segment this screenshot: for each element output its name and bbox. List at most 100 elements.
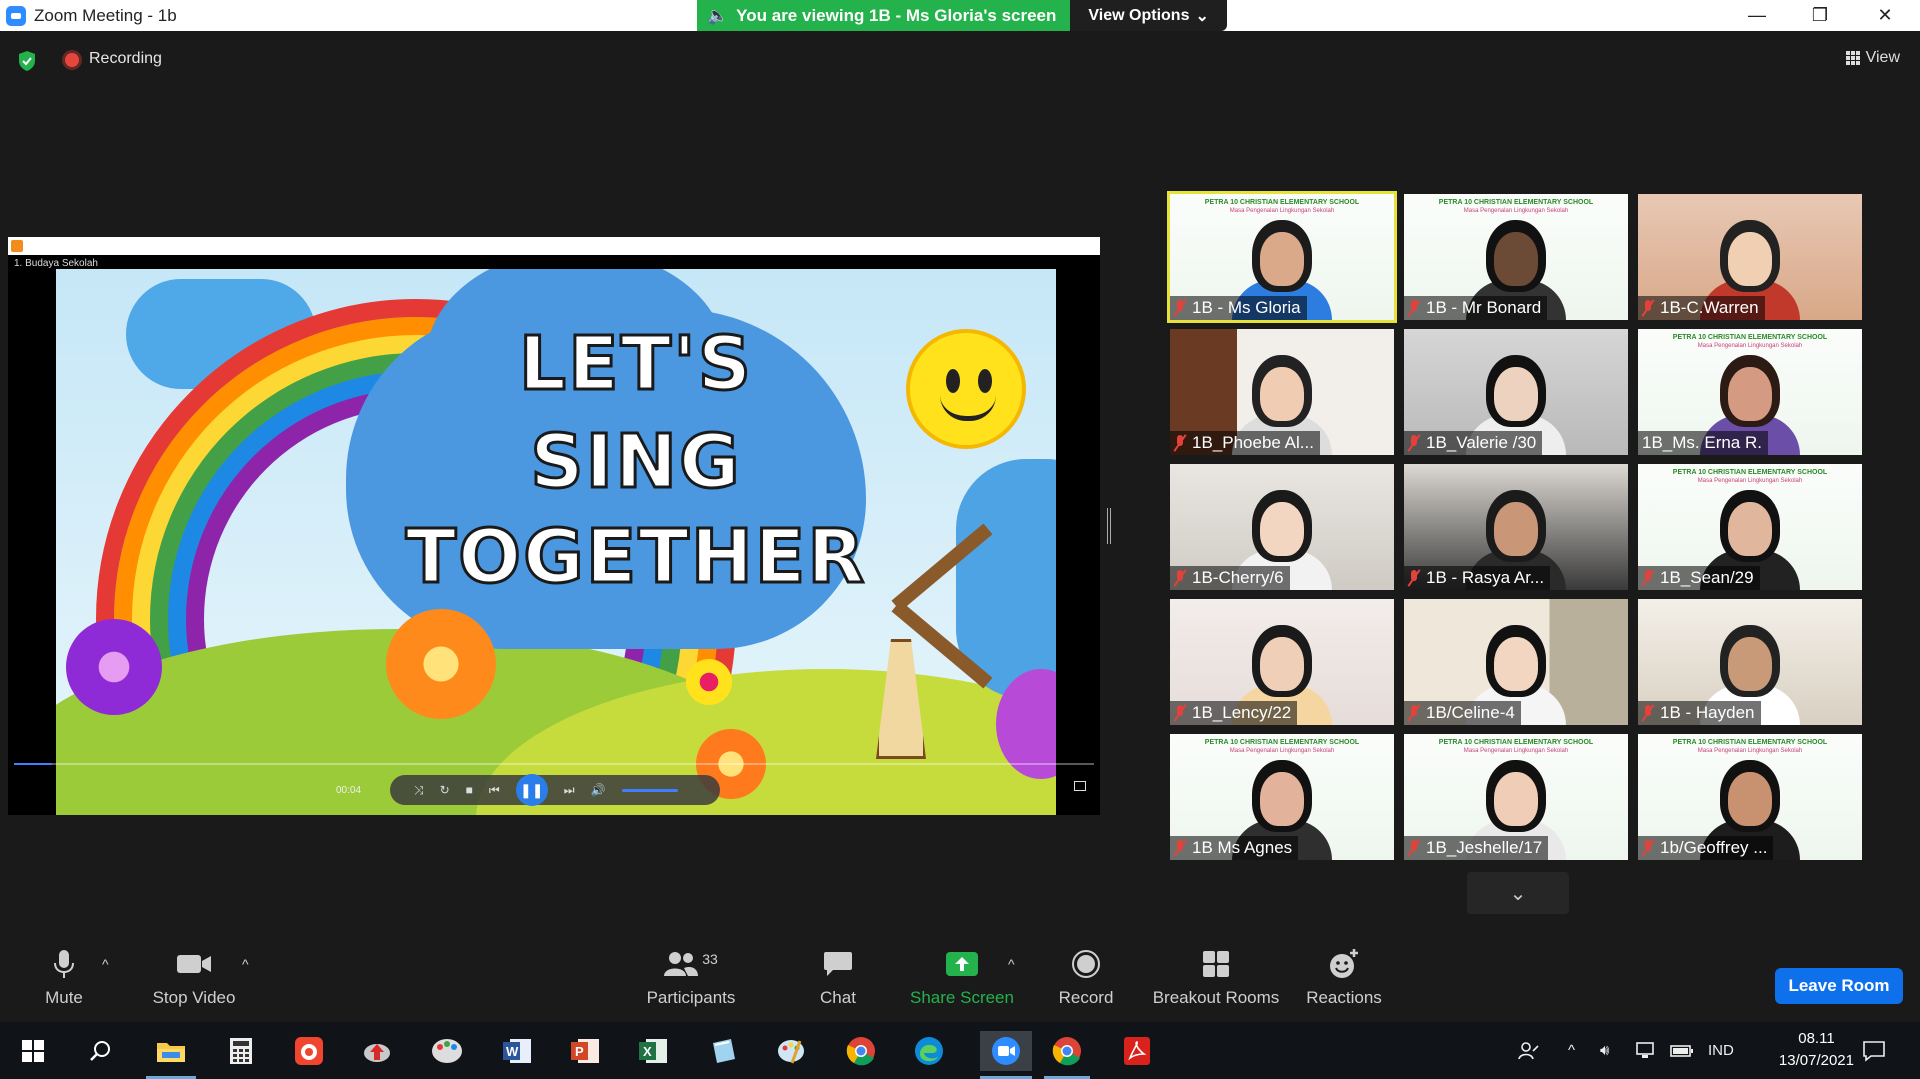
paint-app-icon[interactable] — [428, 1032, 466, 1070]
stop-video-button[interactable]: Stop Video — [152, 944, 236, 1022]
view-label: View — [1865, 49, 1900, 66]
muted-microphone-icon — [1173, 569, 1187, 587]
participant-tile[interactable]: 1B - Rasya Ar... — [1404, 464, 1628, 590]
zoom-taskbar-icon[interactable] — [980, 1031, 1032, 1071]
participant-tile[interactable]: PETRA 10 CHRISTIAN ELEMENTARY SCHOOL Masa… — [1638, 329, 1862, 455]
participant-tile[interactable]: PETRA 10 CHRISTIAN ELEMENTARY SCHOOL Masa… — [1638, 464, 1862, 590]
people-icon[interactable] — [1516, 1022, 1540, 1079]
battery-icon[interactable] — [1670, 1022, 1694, 1079]
previous-icon[interactable]: ⏮ — [489, 783, 500, 798]
leave-room-button[interactable]: Leave Room — [1775, 968, 1903, 1004]
participant-tile[interactable]: 1B_Phoebe Al... — [1170, 329, 1394, 455]
school-subtitle: Masa Pengenalan Lingkungan Sekolah — [1229, 208, 1335, 214]
next-icon[interactable]: ⏭ — [564, 783, 575, 798]
calculator-icon[interactable] — [222, 1032, 260, 1070]
chevron-down-icon: ⌄ — [1195, 7, 1209, 25]
record-button[interactable]: Record — [1058, 944, 1114, 1022]
participants-button[interactable]: 33 Participants — [646, 944, 736, 1022]
shared-screen[interactable]: 1. Budaya Sekolah LET'S SING TOGETHER 00… — [8, 237, 1100, 815]
mute-button[interactable]: Mute — [40, 944, 88, 1022]
view-options-label: View Options — [1088, 6, 1190, 24]
view-options-button[interactable]: View Options ⌄ — [1070, 0, 1227, 31]
volume-icon[interactable]: 🔊 — [591, 783, 606, 797]
encryption-shield-icon[interactable] — [17, 50, 37, 72]
video-options-caret-icon[interactable]: ^ — [242, 956, 249, 972]
notifications-icon[interactable] — [1862, 1022, 1886, 1079]
participant-tile[interactable]: PETRA 10 CHRISTIAN ELEMENTARY SCHOOL Masa… — [1404, 734, 1628, 860]
repeat-icon[interactable]: ↻ — [440, 783, 450, 797]
show-hidden-icons-icon[interactable]: ^ — [1568, 1022, 1575, 1079]
video-camera-icon — [177, 955, 211, 973]
chrome-icon[interactable] — [842, 1032, 880, 1070]
participant-tile[interactable]: PETRA 10 CHRISTIAN ELEMENTARY SCHOOL Masa… — [1404, 194, 1628, 320]
share-options-caret-icon[interactable]: ^ — [1008, 956, 1015, 972]
participant-tile[interactable]: 1B-C.Warren — [1638, 194, 1862, 320]
reactions-button[interactable]: Reactions — [1306, 944, 1382, 1022]
file-explorer-icon[interactable] — [152, 1032, 190, 1070]
view-layout-button[interactable]: View — [1845, 49, 1900, 67]
orange-flower — [386, 609, 496, 719]
school-banner: PETRA 10 CHRISTIAN ELEMENTARY SCHOOL — [1204, 739, 1360, 746]
participant-tile[interactable]: 1B_Valerie /30 — [1404, 329, 1628, 455]
clock-time: 08.11 — [1798, 1030, 1835, 1047]
participant-tile[interactable]: PETRA 10 CHRISTIAN ELEMENTARY SCHOOL Masa… — [1638, 734, 1862, 860]
participant-name: 1B-Cherry/6 — [1192, 568, 1284, 587]
powerpoint-icon[interactable]: P — [566, 1032, 604, 1070]
seek-bar[interactable] — [14, 763, 1094, 765]
input-language[interactable]: IND — [1708, 1022, 1734, 1079]
microphone-icon — [54, 950, 74, 978]
school-subtitle: Masa Pengenalan Lingkungan Sekolah — [1463, 208, 1569, 214]
panel-splitter-handle[interactable] — [1107, 508, 1111, 544]
paint-palette-icon[interactable] — [772, 1032, 810, 1070]
edge-icon[interactable] — [910, 1032, 948, 1070]
word-icon[interactable]: W — [498, 1032, 536, 1070]
chat-button[interactable]: Chat — [814, 944, 862, 1022]
participant-nameplate: 1B_Valerie /30 — [1404, 431, 1543, 455]
app-icon-red-cloud[interactable] — [358, 1032, 396, 1070]
network-icon[interactable] — [1636, 1022, 1658, 1079]
svg-text:X: X — [643, 1044, 652, 1059]
expand-icon[interactable] — [1074, 781, 1086, 791]
viewing-status-text: You are viewing 1B - Ms Gloria's screen — [736, 5, 1057, 25]
search-icon[interactable] — [82, 1032, 120, 1070]
participant-face — [1728, 637, 1772, 691]
participant-tile[interactable]: PETRA 10 CHRISTIAN ELEMENTARY SCHOOL Masa… — [1167, 191, 1397, 323]
participant-face — [1260, 367, 1304, 421]
pause-button[interactable]: ❚❚ — [515, 774, 548, 806]
record-label: Record — [1058, 988, 1114, 1007]
minimize-button[interactable]: — — [1734, 0, 1780, 31]
song-title-line-1: LET'S — [517, 320, 754, 409]
windows-start-icon[interactable] — [14, 1032, 52, 1070]
gallery-next-page-button[interactable]: ⌄ — [1467, 872, 1569, 914]
chrome-icon[interactable] — [1048, 1032, 1086, 1070]
recording-label[interactable]: Recording — [89, 50, 162, 68]
participant-name: 1B/Celine-4 — [1426, 703, 1515, 722]
screen-recorder-icon[interactable] — [290, 1032, 328, 1070]
participant-tile[interactable]: 1B - Hayden — [1638, 599, 1862, 725]
video-frame: LET'S SING TOGETHER — [56, 269, 1056, 815]
shuffle-icon[interactable]: ⤨ — [414, 783, 424, 798]
excel-icon[interactable]: X — [634, 1032, 672, 1070]
meeting-toolbar: Mute ^ Stop Video ^ 33 Participants Chat… — [0, 944, 1920, 1022]
participant-tile[interactable]: 1B-Cherry/6 — [1170, 464, 1394, 590]
breakout-rooms-button[interactable]: Breakout Rooms — [1153, 944, 1279, 1022]
school-banner: PETRA 10 CHRISTIAN ELEMENTARY SCHOOL — [1672, 334, 1828, 341]
participant-tile[interactable]: 1B/Celine-4 — [1404, 599, 1628, 725]
participant-tile[interactable]: 1B_Lency/22 — [1170, 599, 1394, 725]
volume-slider[interactable] — [621, 788, 678, 792]
participant-nameplate: 1b/Geoffrey ... — [1638, 836, 1774, 860]
system-clock[interactable]: 08.11 13/07/2021 — [1779, 1028, 1854, 1072]
notebook-app-icon[interactable] — [704, 1032, 742, 1070]
volume-tray-icon[interactable]: 🔊︎ — [1600, 1022, 1609, 1079]
stop-icon[interactable]: ■ — [466, 783, 473, 797]
participant-name: 1B_Sean/29 — [1660, 568, 1754, 587]
acrobat-icon[interactable] — [1118, 1032, 1156, 1070]
muted-microphone-icon — [1173, 704, 1187, 722]
audio-options-caret-icon[interactable]: ^ — [102, 956, 109, 972]
maximize-button[interactable]: ❐ — [1797, 0, 1843, 31]
participant-tile[interactable]: PETRA 10 CHRISTIAN ELEMENTARY SCHOOL Masa… — [1170, 734, 1394, 860]
close-window-button[interactable]: ✕ — [1862, 0, 1908, 31]
school-banner: PETRA 10 CHRISTIAN ELEMENTARY SCHOOL — [1672, 739, 1828, 746]
share-screen-button[interactable]: Share Screen — [910, 944, 1014, 1022]
seek-progress — [14, 763, 52, 765]
